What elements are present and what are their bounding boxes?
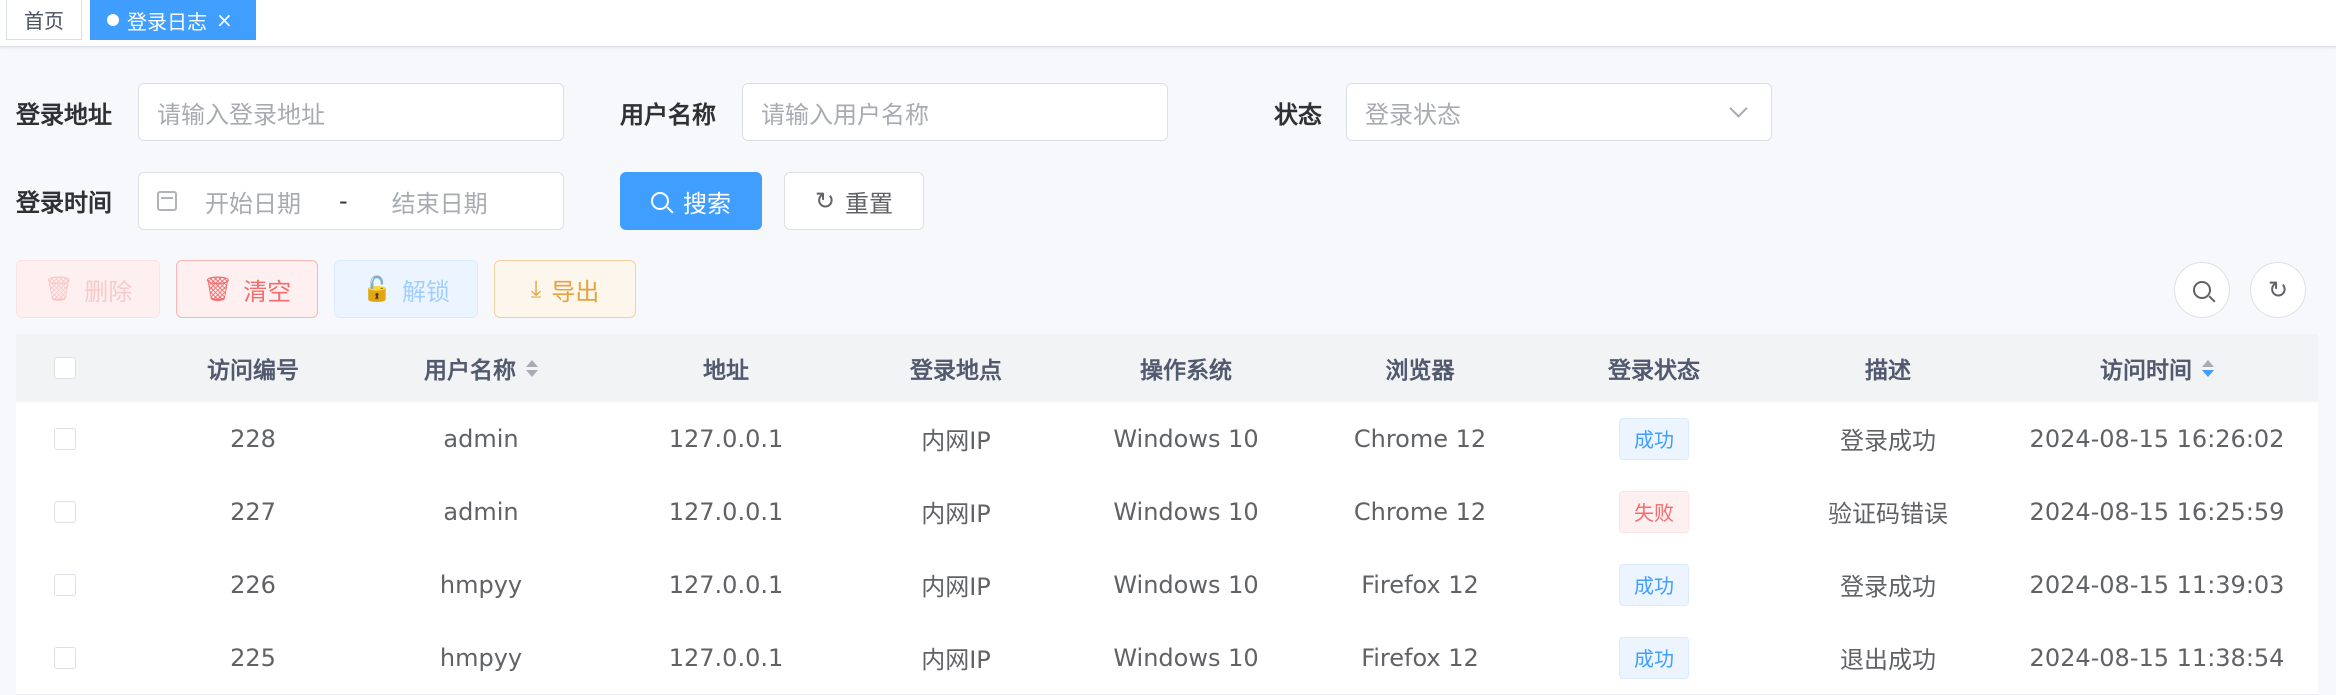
end-date[interactable]: 结束日期	[392, 184, 488, 219]
tag-login-log[interactable]: 登录日志 ×	[90, 0, 256, 40]
sort-caret-icon[interactable]	[2202, 359, 2214, 377]
tag-login-log-label: 登录日志	[127, 9, 207, 34]
login-time-label: 登录时间	[16, 188, 112, 217]
cell-description: 退出成功	[1840, 646, 1936, 674]
cell-description: 验证码错误	[1828, 500, 1948, 528]
user-name-input[interactable]: 请输入用户名称	[742, 83, 1168, 141]
toggle-search-button[interactable]	[2174, 262, 2230, 318]
login-address-input[interactable]: 请输入登录地址	[138, 83, 564, 141]
header-user-name-label: 用户名称	[424, 358, 516, 384]
table-row[interactable]: 227 admin 127.0.0.1 内网IP Windows 10 Chro…	[16, 475, 2318, 549]
row-select[interactable]	[16, 475, 114, 548]
status-badge: 成功	[1619, 417, 1689, 460]
status-badge: 成功	[1619, 636, 1689, 679]
user-name-placeholder: 请输入用户名称	[761, 100, 929, 129]
header-description: 描述	[1865, 358, 1911, 384]
chevron-down-icon	[1729, 99, 1748, 118]
reset-button-label: 重置	[845, 189, 894, 218]
close-icon[interactable]: ×	[216, 8, 233, 32]
login-address-placeholder: 请输入登录地址	[157, 100, 325, 129]
start-date[interactable]: 开始日期	[205, 184, 301, 219]
row-select[interactable]	[16, 621, 114, 694]
row-select[interactable]	[16, 548, 114, 621]
trash-icon: 🗑	[43, 275, 75, 303]
trash-icon: 🗑	[202, 275, 234, 303]
date-range-picker[interactable]: 开始日期 - 结束日期	[138, 172, 564, 230]
header-select-all[interactable]	[16, 334, 114, 402]
status-badge: 成功	[1619, 563, 1689, 606]
unlock-button[interactable]: 🔓 解锁	[334, 260, 478, 318]
cell-time: 2024-08-15 16:26:02	[2029, 424, 2285, 453]
range-separator: -	[339, 187, 348, 215]
search-icon	[2193, 281, 2211, 299]
refresh-icon: ↻	[814, 187, 836, 215]
status-badge: 失败	[1619, 490, 1689, 533]
row-checkbox[interactable]	[54, 573, 76, 596]
status-select[interactable]: 登录状态	[1346, 83, 1772, 141]
cell-time: 2024-08-15 11:38:54	[2029, 643, 2285, 672]
delete-button[interactable]: 🗑 删除	[16, 260, 160, 318]
cell-time: 2024-08-15 16:25:59	[2029, 497, 2285, 526]
calendar-icon	[157, 191, 177, 211]
lock-icon: 🔓	[362, 275, 392, 303]
login-address-label: 登录地址	[16, 100, 112, 129]
export-button[interactable]: ⤓ 导出	[494, 260, 636, 318]
clear-button-label: 清空	[243, 277, 292, 306]
cell-description: 登录成功	[1840, 573, 1936, 601]
table-row[interactable]: 228 admin 127.0.0.1 内网IP Windows 10 Chro…	[16, 402, 2318, 476]
tag-home-label: 首页	[24, 9, 64, 33]
select-all-checkbox[interactable]	[54, 357, 76, 379]
download-icon: ⤓	[530, 275, 542, 303]
refresh-button[interactable]: ↻	[2250, 262, 2306, 318]
cell-time: 2024-08-15 11:39:03	[2029, 570, 2285, 599]
status-placeholder: 登录状态	[1365, 100, 1461, 129]
search-button[interactable]: 搜索	[620, 172, 762, 230]
search-button-label: 搜索	[683, 189, 731, 218]
search-icon	[651, 192, 669, 210]
row-checkbox[interactable]	[54, 427, 76, 450]
unlock-button-label: 解锁	[401, 277, 450, 306]
refresh-icon: ↻	[2267, 276, 2289, 304]
sort-caret-icon[interactable]	[526, 359, 538, 377]
table-row[interactable]: 226 hmpyy 127.0.0.1 内网IP Windows 10 Fire…	[16, 548, 2318, 622]
row-checkbox[interactable]	[54, 500, 76, 523]
cell-description: 登录成功	[1840, 427, 1936, 455]
delete-button-label: 删除	[84, 277, 133, 306]
reset-button[interactable]: ↻ 重置	[784, 172, 924, 230]
table-row[interactable]: 225 hmpyy 127.0.0.1 内网IP Windows 10 Fire…	[16, 621, 2318, 695]
header-visit-time-label: 访问时间	[2100, 358, 2192, 384]
user-name-label: 用户名称	[620, 100, 716, 129]
status-label: 状态	[1274, 100, 1322, 129]
tags-view: 首页 登录日志 ×	[0, 0, 2336, 47]
active-dot-icon	[107, 14, 119, 26]
clear-button[interactable]: 🗑 清空	[176, 260, 318, 318]
row-checkbox[interactable]	[54, 646, 76, 669]
export-button-label: 导出	[551, 277, 600, 306]
tag-home[interactable]: 首页	[6, 0, 82, 40]
row-select[interactable]	[16, 402, 114, 475]
header-visit-time[interactable]: 访问时间	[1996, 334, 2318, 402]
table-header: 访问编号 用户名称 地址 登录地点 操作系统 浏览器 登录状态 描述 访问时间	[16, 334, 2318, 403]
